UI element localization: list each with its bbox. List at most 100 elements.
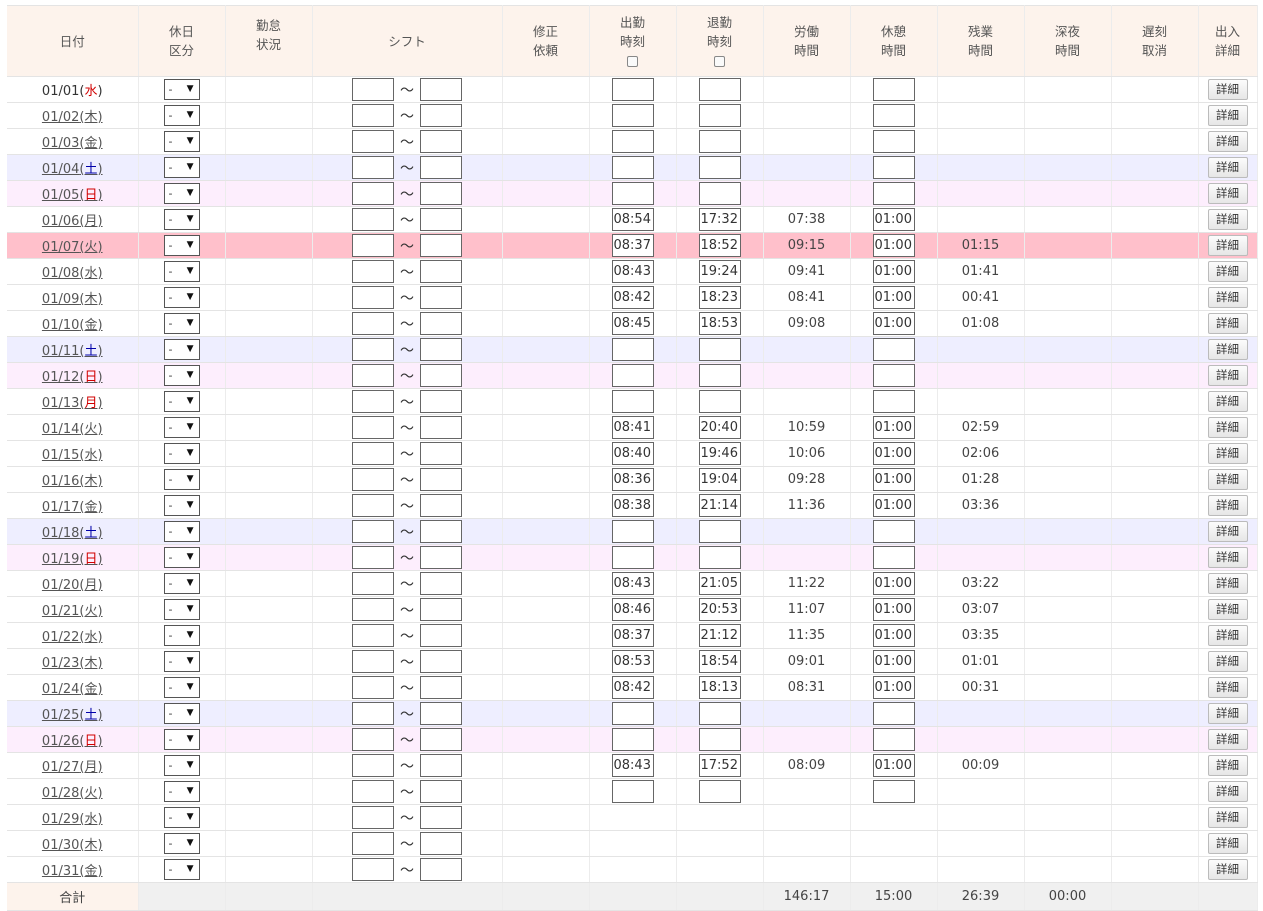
holiday-type-select[interactable]: - ▼ bbox=[163, 729, 200, 750]
shift-start-input[interactable] bbox=[352, 754, 394, 777]
holiday-type-select[interactable]: - ▼ bbox=[163, 79, 200, 100]
date-link[interactable]: 01/30(木) bbox=[42, 838, 103, 853]
clock-out-input[interactable] bbox=[698, 390, 741, 413]
date-link[interactable]: 01/25(土) bbox=[42, 708, 103, 723]
clock-out-input[interactable]: 19:24 bbox=[698, 260, 741, 283]
clock-out-input[interactable]: 21:05 bbox=[698, 572, 741, 595]
clock-out-input[interactable]: 20:40 bbox=[698, 416, 741, 439]
clock-in-input[interactable]: 08:54 bbox=[611, 208, 654, 231]
clock-out-input[interactable] bbox=[698, 546, 741, 569]
detail-button[interactable]: 詳細 bbox=[1207, 495, 1248, 516]
holiday-type-select[interactable]: - ▼ bbox=[163, 313, 200, 334]
clock-out-input[interactable]: 17:52 bbox=[698, 754, 741, 777]
clock-in-input[interactable]: 08:43 bbox=[611, 260, 654, 283]
holiday-type-select[interactable]: - ▼ bbox=[163, 209, 200, 230]
detail-button[interactable]: 詳細 bbox=[1207, 235, 1248, 256]
holiday-type-select[interactable]: - ▼ bbox=[163, 365, 200, 386]
shift-start-input[interactable] bbox=[352, 182, 394, 205]
shift-end-input[interactable] bbox=[420, 208, 462, 231]
shift-end-input[interactable] bbox=[420, 702, 462, 725]
shift-start-input[interactable] bbox=[352, 78, 394, 101]
holiday-type-select[interactable]: - ▼ bbox=[163, 469, 200, 490]
shift-end-input[interactable] bbox=[420, 572, 462, 595]
date-link[interactable]: 01/04(土) bbox=[42, 162, 103, 177]
clock-in-input[interactable]: 08:43 bbox=[611, 572, 654, 595]
clock-in-input[interactable] bbox=[611, 546, 654, 569]
shift-end-input[interactable] bbox=[420, 338, 462, 361]
date-link[interactable]: 01/06(月) bbox=[42, 214, 103, 229]
shift-end-input[interactable] bbox=[420, 494, 462, 517]
clock-in-all-checkbox[interactable] bbox=[627, 55, 638, 67]
detail-button[interactable]: 詳細 bbox=[1207, 755, 1248, 776]
shift-start-input[interactable] bbox=[352, 364, 394, 387]
clock-in-input[interactable] bbox=[611, 104, 654, 127]
holiday-type-select[interactable]: - ▼ bbox=[163, 157, 200, 178]
clock-in-input[interactable] bbox=[611, 728, 654, 751]
break-time-input[interactable]: 01:00 bbox=[872, 208, 915, 231]
date-link[interactable]: 01/22(水) bbox=[42, 630, 103, 645]
break-time-input[interactable]: 01:00 bbox=[872, 442, 915, 465]
holiday-type-select[interactable]: - ▼ bbox=[163, 573, 200, 594]
break-time-input[interactable]: 01:00 bbox=[872, 468, 915, 491]
clock-in-input[interactable]: 08:37 bbox=[611, 624, 654, 647]
clock-out-input[interactable] bbox=[698, 780, 741, 803]
shift-start-input[interactable] bbox=[352, 104, 394, 127]
detail-button[interactable]: 詳細 bbox=[1207, 183, 1248, 204]
shift-end-input[interactable] bbox=[420, 390, 462, 413]
shift-start-input[interactable] bbox=[352, 676, 394, 699]
detail-button[interactable]: 詳細 bbox=[1207, 79, 1248, 100]
clock-in-input[interactable] bbox=[611, 130, 654, 153]
holiday-type-select[interactable]: - ▼ bbox=[163, 859, 200, 880]
clock-out-input[interactable] bbox=[698, 156, 741, 179]
clock-out-input[interactable]: 20:53 bbox=[698, 598, 741, 621]
holiday-type-select[interactable]: - ▼ bbox=[163, 261, 200, 282]
shift-end-input[interactable] bbox=[420, 546, 462, 569]
shift-start-input[interactable] bbox=[352, 598, 394, 621]
shift-start-input[interactable] bbox=[352, 390, 394, 413]
detail-button[interactable]: 詳細 bbox=[1207, 781, 1248, 802]
clock-in-input[interactable] bbox=[611, 182, 654, 205]
shift-end-input[interactable] bbox=[420, 754, 462, 777]
clock-in-input[interactable]: 08:42 bbox=[611, 286, 654, 309]
holiday-type-select[interactable]: - ▼ bbox=[163, 105, 200, 126]
break-time-input[interactable] bbox=[872, 182, 915, 205]
shift-end-input[interactable] bbox=[420, 832, 462, 855]
date-link[interactable]: 01/27(月) bbox=[42, 760, 103, 775]
break-time-input[interactable]: 01:00 bbox=[872, 234, 915, 257]
date-link[interactable]: 01/12(日) bbox=[42, 370, 103, 385]
shift-start-input[interactable] bbox=[352, 234, 394, 257]
detail-button[interactable]: 詳細 bbox=[1207, 261, 1248, 282]
detail-button[interactable]: 詳細 bbox=[1207, 599, 1248, 620]
holiday-type-select[interactable]: - ▼ bbox=[163, 443, 200, 464]
shift-end-input[interactable] bbox=[420, 182, 462, 205]
holiday-type-select[interactable]: - ▼ bbox=[163, 495, 200, 516]
detail-button[interactable]: 詳細 bbox=[1207, 703, 1248, 724]
shift-start-input[interactable] bbox=[352, 468, 394, 491]
break-time-input[interactable] bbox=[872, 728, 915, 751]
date-link[interactable]: 01/07(火) bbox=[42, 240, 103, 255]
shift-start-input[interactable] bbox=[352, 624, 394, 647]
date-link[interactable]: 01/16(木) bbox=[42, 474, 103, 489]
shift-start-input[interactable] bbox=[352, 208, 394, 231]
clock-out-input[interactable] bbox=[698, 182, 741, 205]
shift-end-input[interactable] bbox=[420, 650, 462, 673]
date-link[interactable]: 01/10(金) bbox=[42, 318, 103, 333]
clock-in-input[interactable] bbox=[611, 78, 654, 101]
break-time-input[interactable] bbox=[872, 364, 915, 387]
break-time-input[interactable]: 01:00 bbox=[872, 624, 915, 647]
shift-start-input[interactable] bbox=[352, 858, 394, 881]
clock-in-input[interactable] bbox=[611, 390, 654, 413]
clock-out-input[interactable] bbox=[698, 728, 741, 751]
break-time-input[interactable]: 01:00 bbox=[872, 676, 915, 699]
clock-out-input[interactable] bbox=[698, 338, 741, 361]
shift-end-input[interactable] bbox=[420, 676, 462, 699]
clock-in-input[interactable] bbox=[611, 520, 654, 543]
holiday-type-select[interactable]: - ▼ bbox=[163, 547, 200, 568]
detail-button[interactable]: 詳細 bbox=[1207, 807, 1248, 828]
holiday-type-select[interactable]: - ▼ bbox=[163, 833, 200, 854]
detail-button[interactable]: 詳細 bbox=[1207, 547, 1248, 568]
shift-end-input[interactable] bbox=[420, 468, 462, 491]
shift-start-input[interactable] bbox=[352, 442, 394, 465]
break-time-input[interactable]: 01:00 bbox=[872, 312, 915, 335]
date-link[interactable]: 01/17(金) bbox=[42, 500, 103, 515]
